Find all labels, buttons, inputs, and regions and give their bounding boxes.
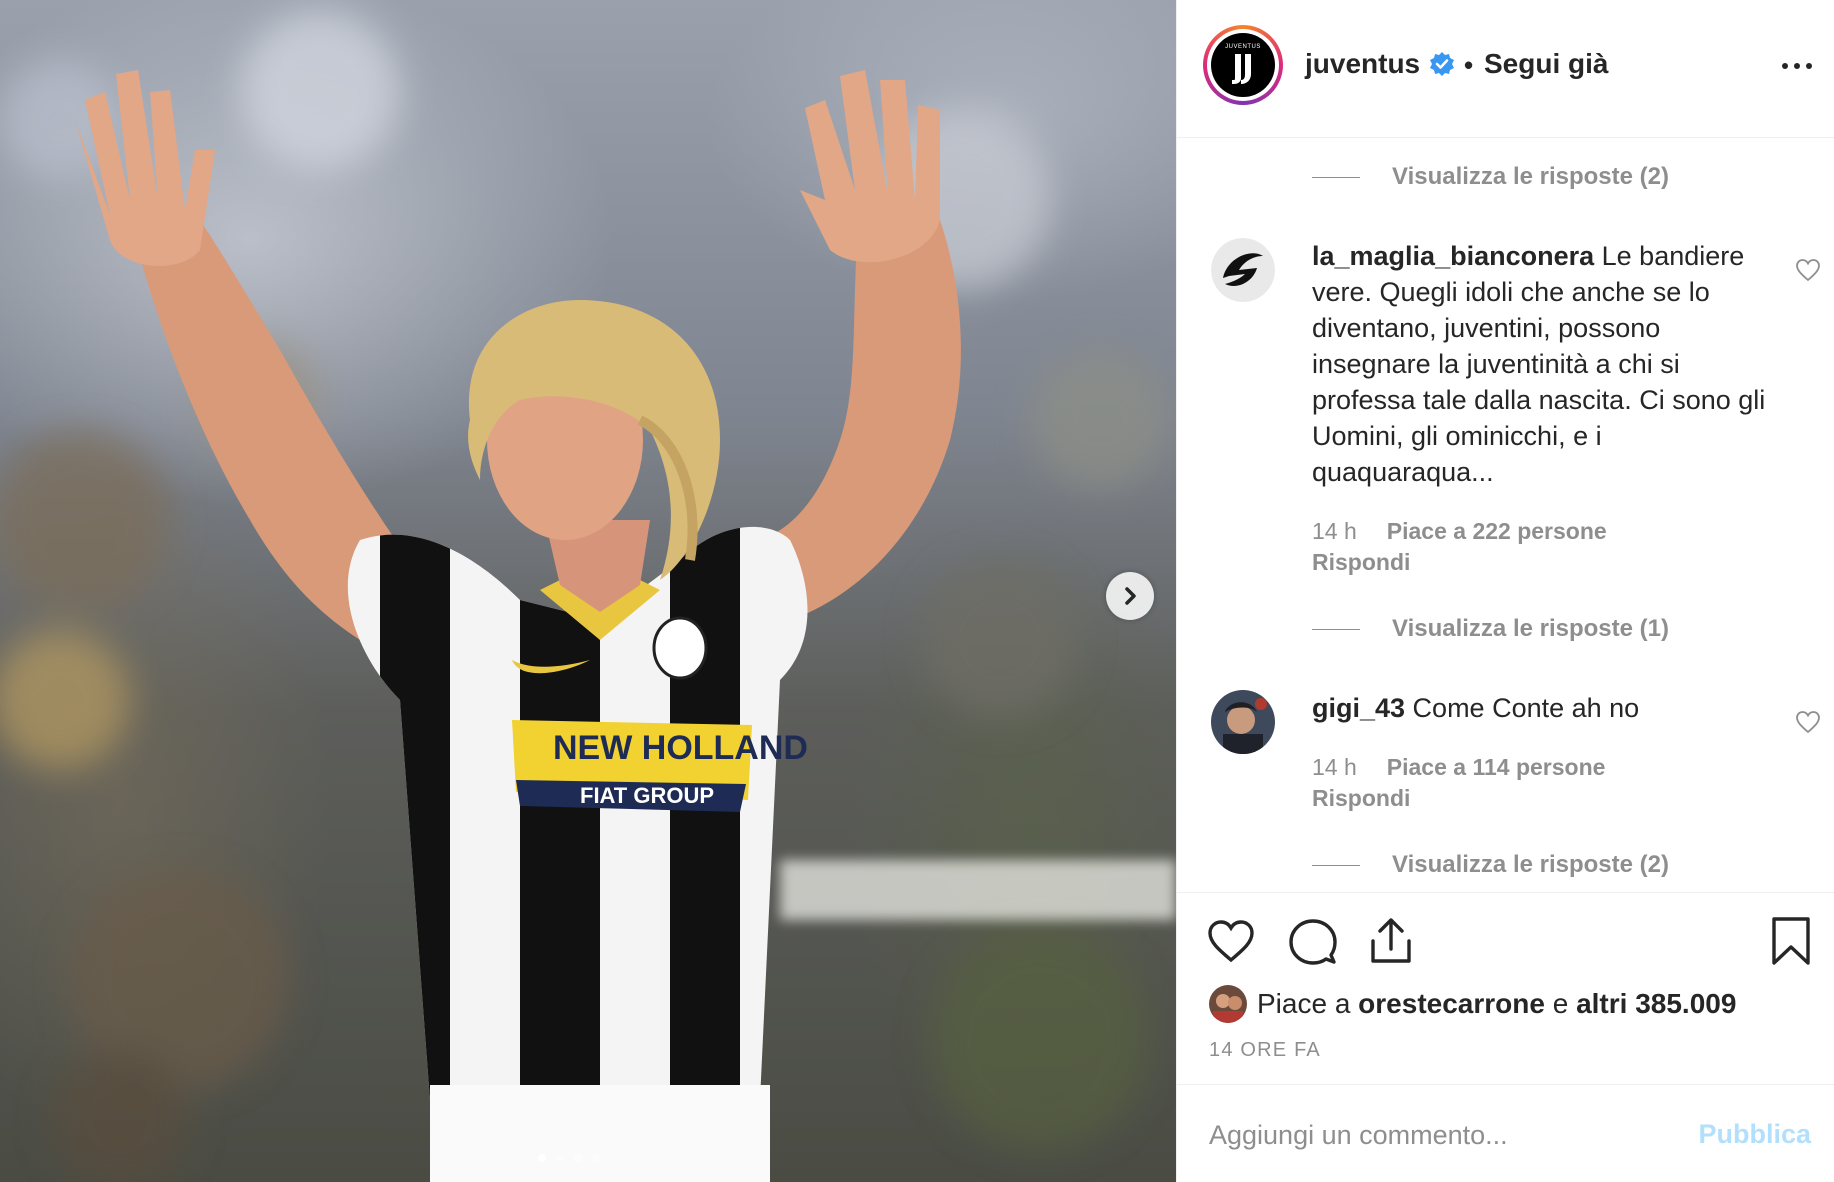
liked-by-avatar[interactable] [1209,985,1247,1023]
comment-text: la_maglia_bianconera Le bandiere vere. Q… [1312,241,1766,487]
publish-button[interactable]: Pubblica [1697,1119,1811,1150]
svg-text:FIAT GROUP: FIAT GROUP [580,783,714,808]
share-icon[interactable] [1365,915,1417,967]
heart-icon[interactable] [1205,915,1257,967]
post-timestamp[interactable]: 14 ORE FA [1209,1039,1321,1062]
comment-likes[interactable]: Piace a 222 persone [1387,518,1607,544]
heart-icon[interactable] [1795,258,1821,282]
comment-time: 14 h [1312,754,1357,780]
liked-by-others[interactable]: altri 385.009 [1576,988,1736,1019]
carousel-dot [538,1154,546,1162]
carousel-dot [556,1154,564,1162]
more-options-icon[interactable] [1782,56,1818,76]
commenter-logo-icon [1211,238,1275,302]
verified-badge-icon [1430,52,1454,76]
comment-likes[interactable]: Piace a 114 persone [1387,754,1606,780]
liked-by-text: Piace a orestecarrone e altri 385.009 [1257,988,1737,1019]
post-photo[interactable]: NEW HOLLAND FIAT GROUP [0,0,1176,1182]
next-photo-button[interactable] [1106,572,1154,620]
bookmark-icon[interactable] [1765,915,1817,967]
carousel-indicator [538,1154,600,1162]
commenter-photo [1211,690,1275,754]
post-sidebar: JUVENTUS juventus • Segui già Visualizza… [1176,0,1834,1182]
chevron-right-icon [1125,587,1136,605]
comment-meta: 14 h Piace a 222 persone Rispondi [1312,518,1607,576]
liker-photo [1209,985,1247,1023]
carousel-dot [574,1154,582,1162]
player-figure: NEW HOLLAND FIAT GROUP [75,70,961,1182]
commenter-avatar[interactable] [1211,690,1275,754]
comment-meta: 14 h Piace a 114 persone Rispondi [1312,754,1605,812]
carousel-dot [592,1154,600,1162]
comment-time: 14 h [1312,518,1357,544]
comment-input[interactable] [1209,1113,1679,1157]
add-comment-bar: Pubblica [1177,1084,1834,1182]
view-replies-button[interactable]: Visualizza le risposte (2) [1312,162,1669,192]
view-replies-button[interactable]: Visualizza le risposte (2) [1312,850,1669,880]
reply-button[interactable]: Rispondi [1312,785,1605,812]
post-author-username[interactable]: juventus [1305,48,1420,80]
avatar[interactable]: JUVENTUS [1211,33,1275,97]
reply-button[interactable]: Rispondi [1312,549,1607,576]
commenter-avatar[interactable] [1211,238,1275,302]
heart-icon[interactable] [1795,710,1821,734]
avatar-wordmark: JUVENTUS [1225,44,1261,50]
separator-dot: • [1464,50,1474,80]
comment-username[interactable]: la_maglia_bianconera [1312,241,1594,271]
story-ring[interactable]: JUVENTUS [1203,25,1283,105]
post-header: JUVENTUS juventus • Segui già [1177,0,1834,138]
comment-username[interactable]: gigi_43 [1312,693,1405,723]
view-replies-button[interactable]: Visualizza le risposte (1) [1312,614,1669,644]
follow-button[interactable]: Segui già [1484,48,1608,80]
juventus-logo-icon [1232,54,1251,84]
comment-text: gigi_43 Come Conte ah no [1312,693,1640,723]
liked-by-user[interactable]: orestecarrone [1358,988,1545,1019]
svg-text:NEW HOLLAND: NEW HOLLAND [553,729,808,767]
comment-icon[interactable] [1287,915,1339,967]
post-actions: Piace a orestecarrone e altri 385.009 14… [1177,892,1834,1082]
